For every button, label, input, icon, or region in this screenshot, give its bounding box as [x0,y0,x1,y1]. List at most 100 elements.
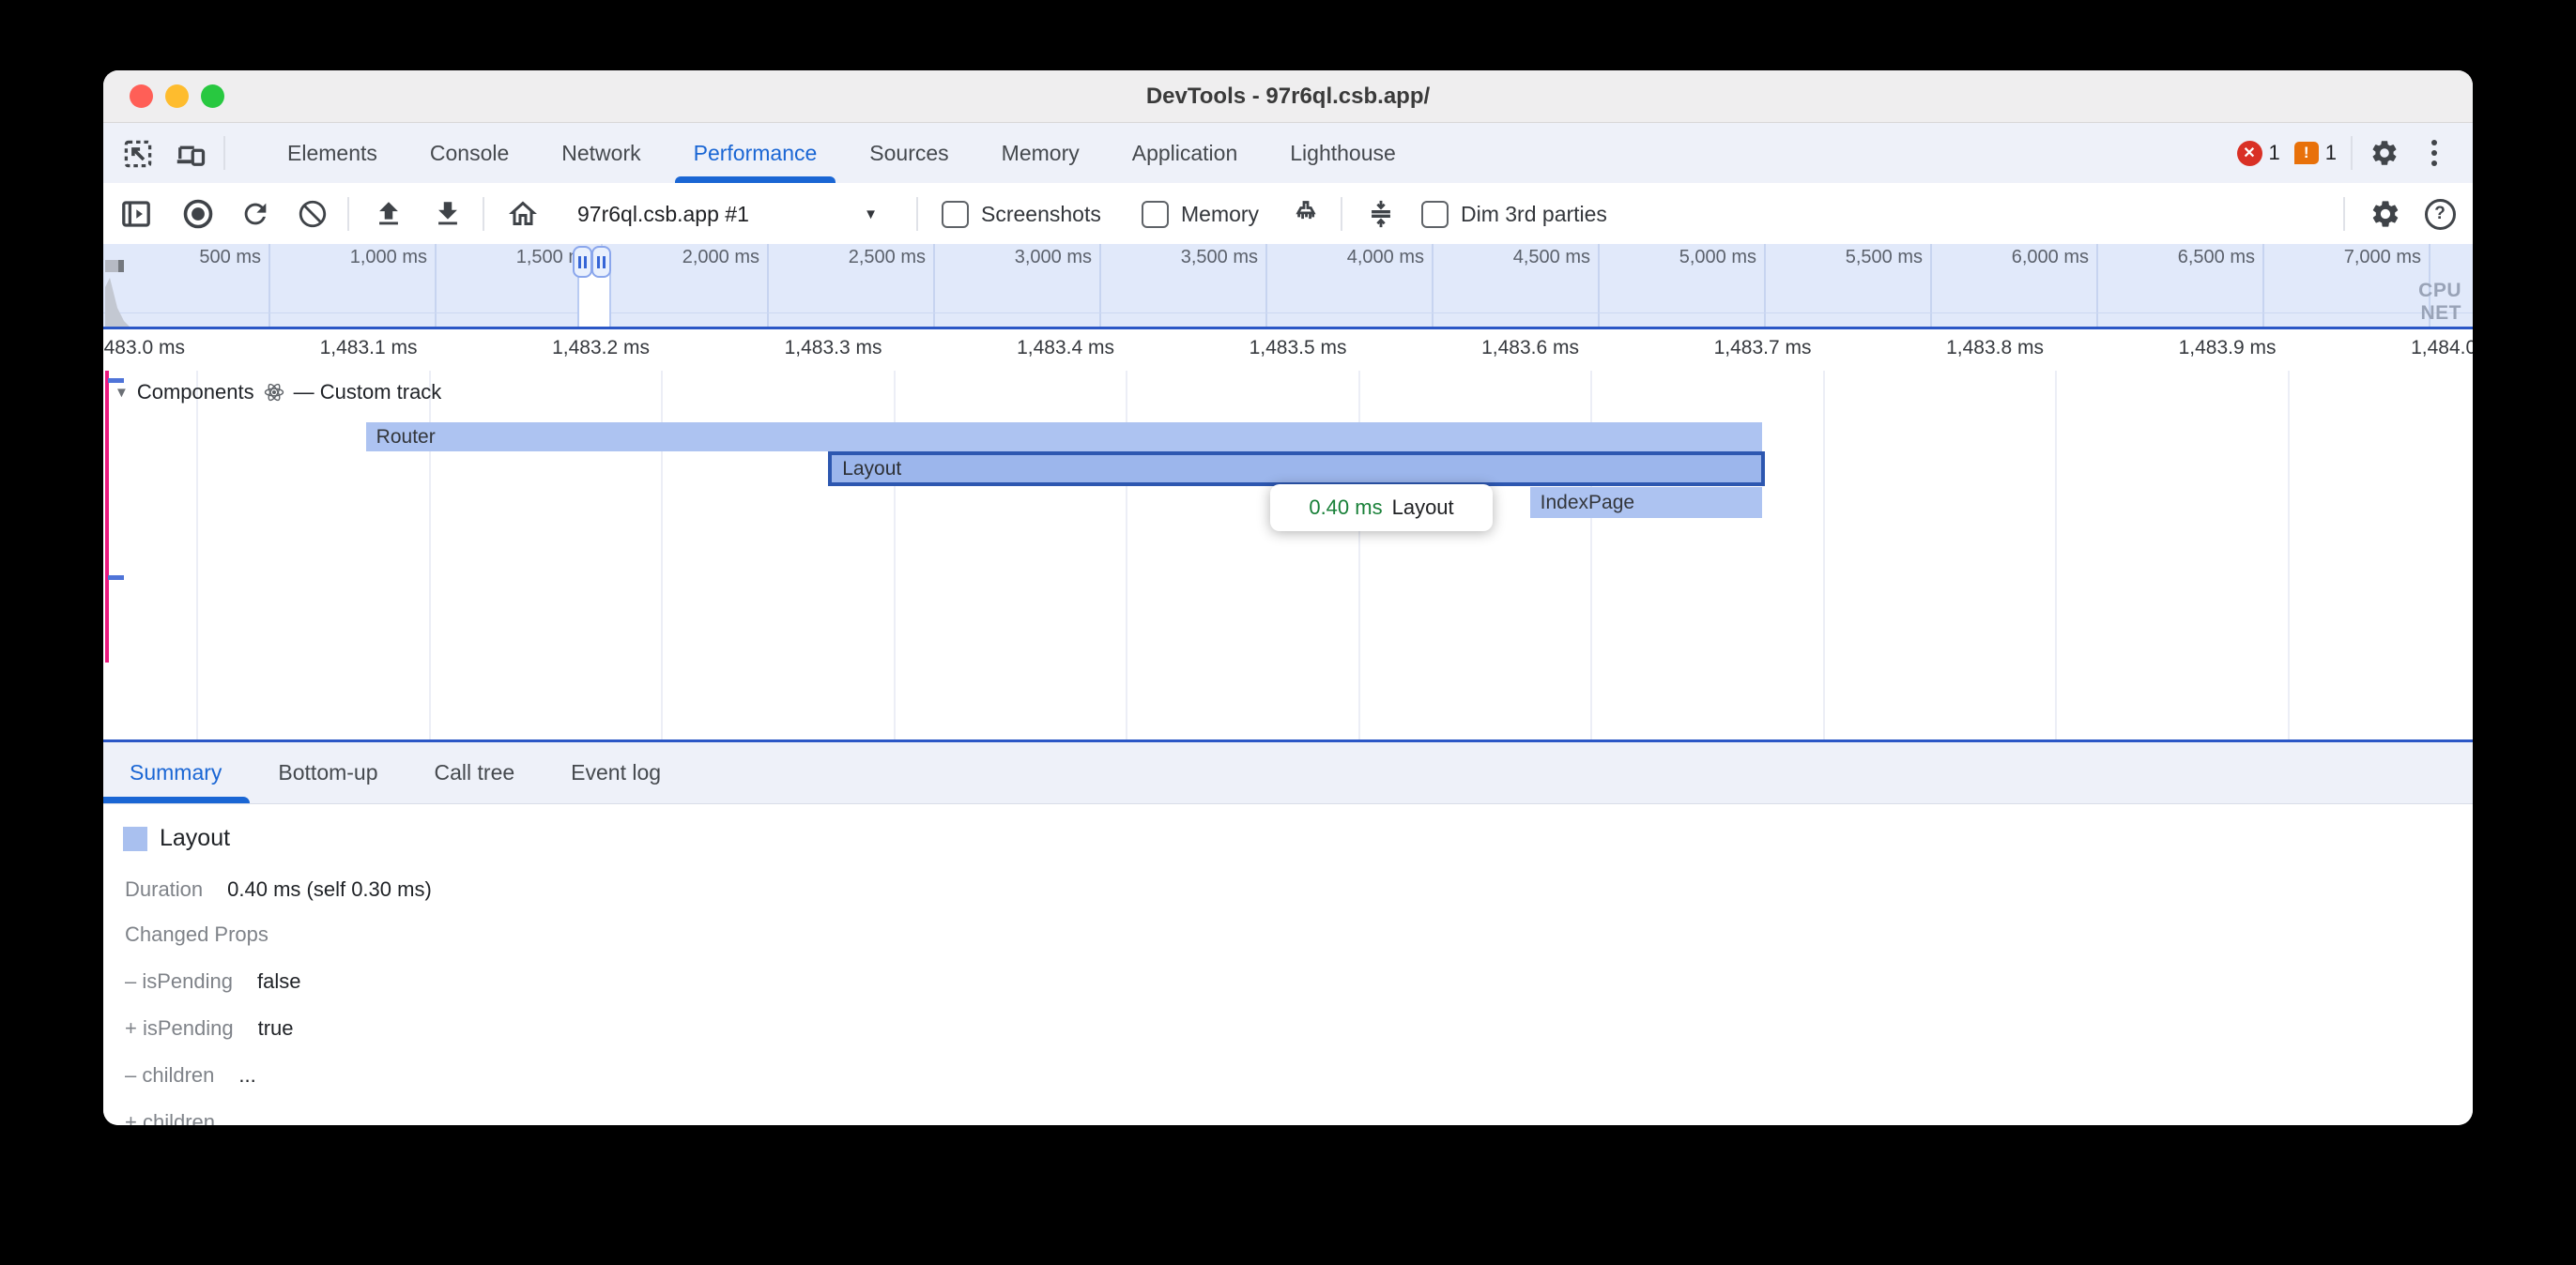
summary-row-label: – children [125,1062,214,1089]
tab-console[interactable]: Console [404,123,535,183]
clear-recording-icon[interactable] [295,196,330,232]
overview-tick-label: 1,000 ms [350,247,427,268]
components-track-header[interactable]: ▼ Components — Custom track [115,380,441,404]
memory-checkbox[interactable] [1142,201,1169,228]
overview-tick-label: 500 ms [199,247,261,268]
selection-right-handle[interactable] [591,246,611,278]
dim-3rd-parties-checkbox[interactable] [1421,201,1449,228]
tooltip-duration: 0.40 ms [1309,495,1382,520]
help-icon[interactable]: ? [2422,196,2458,232]
flame-bar-label: Layout [842,458,901,480]
overview-selection-window[interactable] [577,272,611,327]
upload-profile-icon[interactable] [371,196,406,232]
settings-gear-icon[interactable] [2367,135,2402,171]
overview-net-separator [103,312,2473,313]
summary-row-value: ... [239,1109,256,1125]
capture-settings-gear-icon[interactable] [2368,196,2403,232]
event-title: Layout [160,825,230,852]
ruler-tick-label: 1,483.4 ms [1017,337,1114,359]
overview-screenshot-strip [105,260,124,272]
overview-tick-label: 5,500 ms [1846,247,1923,268]
collapse-triangle-icon[interactable]: ▼ [115,385,129,401]
summary-row-value: false [257,968,300,995]
summary-row: – isPendingfalse [125,968,2445,995]
tab-sources[interactable]: Sources [843,123,974,183]
warning-badge[interactable]: ! 1 [2294,141,2337,165]
overview-gridline [435,244,437,327]
summary-row: + children... [125,1109,2445,1125]
summary-row-value: ... [238,1062,255,1089]
kebab-menu-icon[interactable] [2416,135,2452,171]
tab-elements[interactable]: Elements [261,123,404,183]
error-count: 1 [2269,141,2280,165]
overview-tick-label: 4,500 ms [1513,247,1590,268]
timeline-overview[interactable]: 500 ms1,000 ms1,500 ms2,000 ms2,500 ms3,… [103,244,2473,327]
bottom-tab-summary[interactable]: Summary [130,742,250,803]
summary-row-label: Changed Props [125,922,268,948]
screenshots-checkbox[interactable] [942,201,969,228]
summary-row: Duration0.40 ms (self 0.30 ms) [125,876,2445,903]
devtools-tabbar: ElementsConsoleNetworkPerformanceSources… [103,123,2473,184]
overview-gridline [1598,244,1600,327]
summary-row-label: + children [125,1109,215,1125]
error-badge[interactable]: ✕ 1 [2237,141,2280,166]
flame-chart[interactable]: ▼ Components — Custom track Router Layout… [103,371,2473,739]
device-toolbar-icon[interactable] [173,136,208,172]
event-tooltip: 0.40 ms Layout [1270,484,1493,531]
home-icon[interactable] [505,196,541,232]
event-color-swatch [123,827,147,851]
collapse-tracks-icon[interactable] [1363,196,1399,232]
react-atom-icon [263,381,285,404]
track-name: Components [137,380,254,404]
toolbar-divider [2343,197,2345,231]
overview-gridline [933,244,935,327]
net-track-label: NET [2421,302,2462,325]
overview-gridline [767,244,769,327]
collect-garbage-icon[interactable] [1288,196,1324,232]
overview-tick-label: 2,500 ms [849,247,926,268]
tab-lighthouse[interactable]: Lighthouse [1264,123,1422,183]
inspect-element-icon[interactable] [120,136,156,172]
performance-toolbar: 97r6ql.csb.app #1 ▼ Screenshots Memory [103,183,2473,245]
flame-bar-label: IndexPage [1541,492,1634,514]
summary-row-value: 0.40 ms (self 0.30 ms) [227,876,432,903]
ruler-tick-label: 1,483.2 ms [552,337,650,359]
titlebar: DevTools - 97r6ql.csb.app/ [103,70,2473,123]
warning-icon: ! [2294,142,2319,164]
flame-gridline [1823,371,1825,739]
selection-left-handle[interactable] [573,246,592,278]
target-select[interactable]: 97r6ql.csb.app #1 ▼ [577,196,887,232]
ruler-tick-label: 1,483.9 ms [2179,337,2277,359]
flame-gridline [2288,371,2290,739]
active-bottom-tab-underline [103,797,250,803]
download-profile-icon[interactable] [430,196,466,232]
screenshots-checkbox-group: Screenshots [942,196,1101,232]
cpu-track-label: CPU [2418,280,2461,302]
toggle-sidebar-icon[interactable] [118,196,154,232]
overview-tick-label: 7,000 ms [2344,247,2421,268]
summary-row: – children... [125,1062,2445,1089]
tab-application[interactable]: Application [1106,123,1265,183]
bottom-tab-call-tree[interactable]: Call tree [406,742,544,803]
track-scroll-indicator-bottom [108,575,124,580]
bottom-tab-bottom-up[interactable]: Bottom-up [250,742,406,803]
flame-bar-router[interactable]: Router [366,422,1762,451]
selected-range-marker [105,371,109,663]
summary-panel: Layout Duration0.40 ms (self 0.30 ms) Cha… [103,805,2473,1125]
tab-network[interactable]: Network [535,123,667,183]
ruler-tick-label: 1,483.0 ms [103,337,185,359]
tabbar-right-cluster: ✕ 1 ! 1 [2237,123,2453,183]
toolbar-divider [1341,197,1342,231]
bottom-tab-event-log[interactable]: Event log [543,742,689,803]
cpu-activity-graph [103,272,141,327]
memory-checkbox-group: Memory [1142,196,1259,232]
ruler-tick-label: 1,484.0 ms [2411,337,2473,359]
flame-bar-indexpage[interactable]: IndexPage [1530,487,1763,518]
reload-record-icon[interactable] [238,196,273,232]
record-icon[interactable] [180,196,216,232]
ruler-tick-label: 1,483.3 ms [785,337,882,359]
summary-row: + isPendingtrue [125,1015,2445,1042]
tab-memory[interactable]: Memory [975,123,1106,183]
flame-bar-layout[interactable]: Layout [828,451,1764,486]
tab-performance[interactable]: Performance [667,123,844,183]
